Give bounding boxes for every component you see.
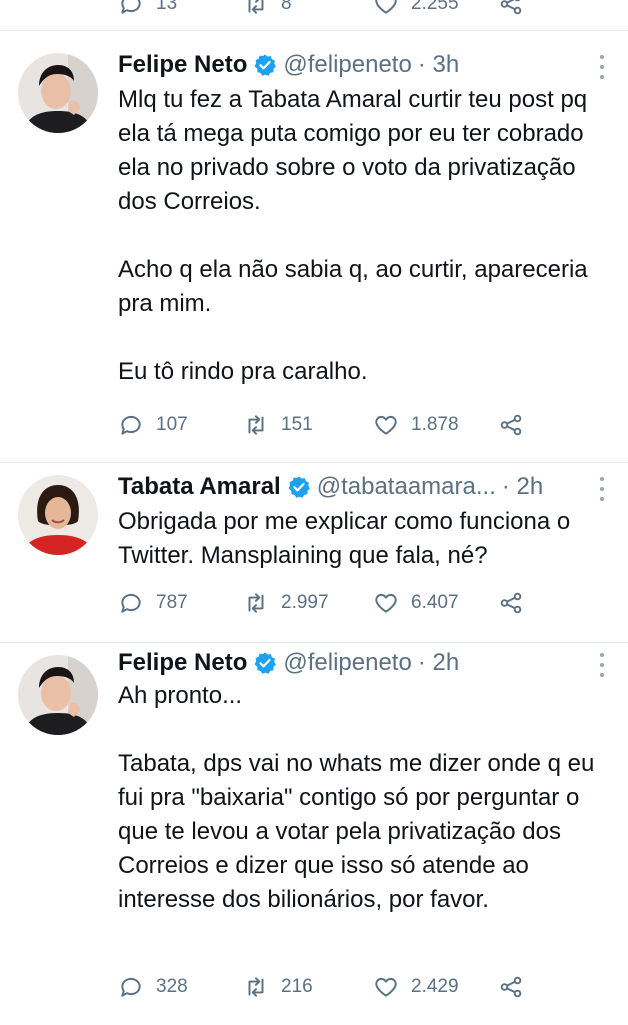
- reply-count: 107: [156, 414, 188, 436]
- retweet-icon: [243, 0, 269, 17]
- retweet-count: 8: [281, 0, 292, 15]
- more-options-icon[interactable]: [598, 55, 606, 79]
- tweet-actions: 107 151 1.878: [118, 407, 538, 443]
- like-count: 1.878: [411, 414, 459, 436]
- reply-icon: [118, 590, 144, 616]
- heart-icon: [373, 412, 399, 438]
- reply-button[interactable]: 787: [118, 585, 188, 621]
- reply-icon: [118, 0, 144, 17]
- like-count: 2.255: [411, 0, 459, 15]
- more-options-icon[interactable]: [598, 477, 606, 501]
- share-icon: [498, 0, 524, 17]
- reply-icon: [118, 974, 144, 1000]
- share-button[interactable]: [498, 969, 524, 1005]
- avatar[interactable]: [18, 475, 98, 555]
- more-options-icon[interactable]: [598, 653, 606, 677]
- retweet-button[interactable]: 2.997: [243, 585, 329, 621]
- author-name[interactable]: Felipe Neto: [118, 51, 247, 79]
- author-handle[interactable]: @felipeneto: [283, 51, 411, 79]
- tweet-header: Felipe Neto @felipeneto · 3h: [118, 49, 598, 81]
- retweet-button[interactable]: 151: [243, 407, 313, 443]
- tweet-text: Obrigada por me explicar como funciona o…: [118, 505, 610, 573]
- reply-button[interactable]: 107: [118, 407, 188, 443]
- share-icon: [498, 590, 524, 616]
- reply-icon: [118, 412, 144, 438]
- retweet-icon: [243, 590, 269, 616]
- retweet-button[interactable]: 8: [243, 0, 292, 22]
- tweet-header: Tabata Amaral @tabataamara... · 2h: [118, 471, 598, 503]
- like-button[interactable]: 1.878: [373, 407, 459, 443]
- share-button[interactable]: [498, 407, 524, 443]
- like-count: 2.429: [411, 976, 459, 998]
- timestamp[interactable]: · 2h: [502, 473, 543, 501]
- tweet-text: Mlq tu fez a Tabata Amaral curtir teu po…: [118, 83, 610, 389]
- tweet-actions: 787 2.997 6.407: [118, 585, 538, 621]
- like-count: 6.407: [411, 592, 459, 614]
- retweet-count: 216: [281, 976, 313, 998]
- share-button[interactable]: [498, 585, 524, 621]
- like-button[interactable]: 2.255: [373, 0, 459, 22]
- heart-icon: [373, 974, 399, 1000]
- tabata-avatar-image: [18, 475, 98, 555]
- author-handle[interactable]: @felipeneto: [283, 649, 411, 677]
- share-icon: [498, 412, 524, 438]
- previous-tweet-actions: 13 8 2.255: [0, 0, 628, 16]
- reply-button[interactable]: 13: [118, 0, 177, 22]
- like-button[interactable]: 2.429: [373, 969, 459, 1005]
- reply-count: 13: [156, 0, 177, 15]
- retweet-button[interactable]: 216: [243, 969, 313, 1005]
- felipe-avatar-image: [18, 655, 98, 735]
- share-button[interactable]: [498, 0, 524, 22]
- tweet[interactable]: Felipe Neto @felipeneto · 2h Ah pronto..…: [0, 642, 628, 1025]
- felipe-avatar-image: [18, 53, 98, 133]
- tweet-actions: 328 216 2.429: [118, 969, 538, 1005]
- tweet[interactable]: Felipe Neto @felipeneto · 3h Mlq tu fez …: [0, 30, 628, 463]
- verified-badge-icon: [253, 651, 277, 675]
- retweet-count: 151: [281, 414, 313, 436]
- reply-button[interactable]: 328: [118, 969, 188, 1005]
- avatar[interactable]: [18, 53, 98, 133]
- heart-icon: [373, 590, 399, 616]
- author-handle[interactable]: @tabataamara...: [317, 473, 496, 501]
- retweet-count: 2.997: [281, 592, 329, 614]
- verified-badge-icon: [287, 475, 311, 499]
- author-name[interactable]: Tabata Amaral: [118, 473, 281, 501]
- tweet[interactable]: Tabata Amaral @tabataamara... · 2h Obrig…: [0, 462, 628, 643]
- reply-count: 328: [156, 976, 188, 998]
- tweet-text: Ah pronto... Tabata, dps vai no whats me…: [118, 679, 610, 917]
- reply-count: 787: [156, 592, 188, 614]
- author-name[interactable]: Felipe Neto: [118, 649, 247, 677]
- timestamp[interactable]: · 2h: [418, 649, 459, 677]
- retweet-icon: [243, 412, 269, 438]
- heart-icon: [373, 0, 399, 17]
- timestamp[interactable]: · 3h: [418, 51, 459, 79]
- verified-badge-icon: [253, 53, 277, 77]
- like-button[interactable]: 6.407: [373, 585, 459, 621]
- retweet-icon: [243, 974, 269, 1000]
- avatar[interactable]: [18, 655, 98, 735]
- tweet-header: Felipe Neto @felipeneto · 2h: [118, 647, 598, 679]
- share-icon: [498, 974, 524, 1000]
